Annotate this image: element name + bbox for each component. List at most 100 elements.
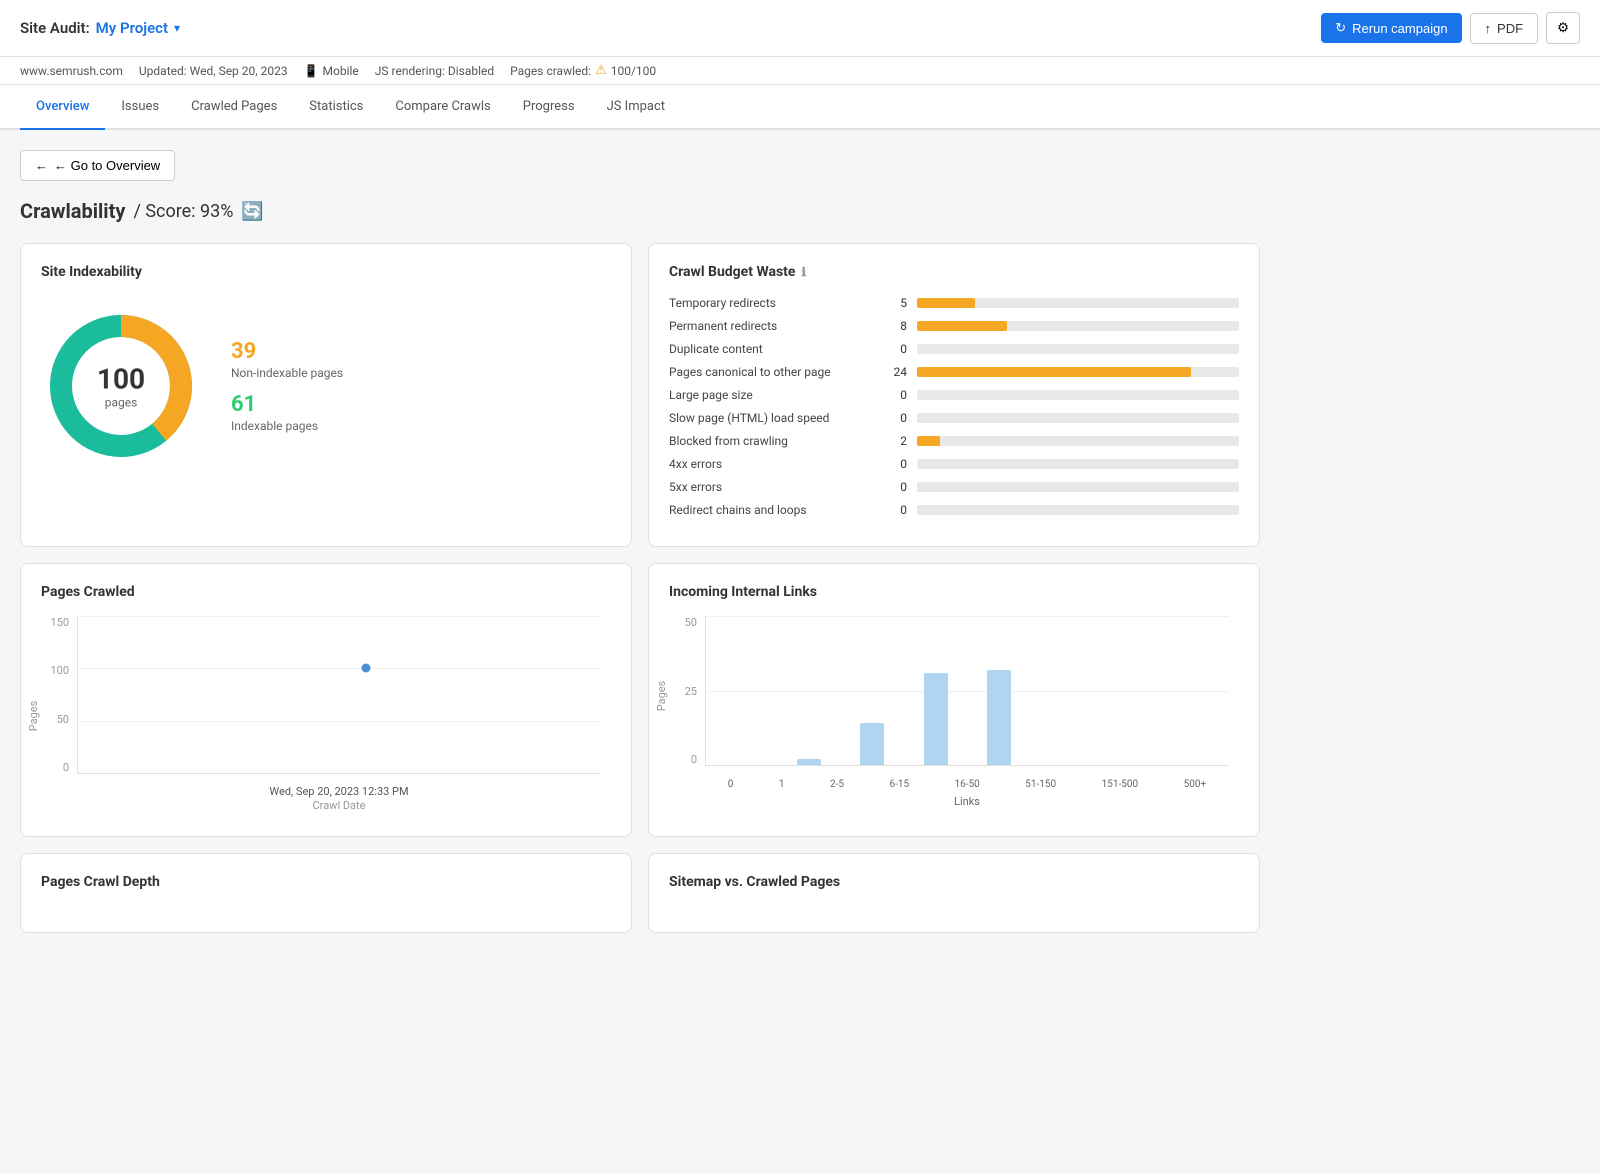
sitemap-vs-crawled-title: Sitemap vs. Crawled Pages (669, 874, 1239, 890)
cwb-row: Temporary redirects 5 (669, 296, 1239, 310)
cwb-row: Large page size 0 (669, 388, 1239, 402)
crawlability-title: Crawlability (20, 199, 125, 223)
bar-col (1094, 616, 1157, 765)
cwb-row: Duplicate content 0 (669, 342, 1239, 356)
cwb-row-count: 8 (879, 319, 907, 333)
y-axis-title: Pages (27, 701, 40, 732)
cwb-row-count: 0 (879, 457, 907, 471)
indexable-label: Indexable pages (231, 419, 343, 433)
cwb-row-count: 0 (879, 503, 907, 517)
pages-crawl-depth-card: Pages Crawl Depth (20, 853, 632, 933)
project-name[interactable]: My Project (96, 19, 168, 37)
settings-button[interactable]: ⚙ (1546, 12, 1580, 44)
cwb-row-label: Temporary redirects (669, 296, 869, 310)
pages-crawled-chart: 0 50 100 150 Pages Wed, Sep 20, 20 (41, 616, 611, 816)
top-grid: Site Indexability 100 p (20, 243, 1260, 547)
main-nav: Overview Issues Crawled Pages Statistics… (0, 85, 1600, 130)
cwb-row-count: 0 (879, 342, 907, 356)
back-to-overview-button[interactable]: ← ← Go to Overview (20, 150, 175, 181)
bar-col (714, 616, 777, 765)
main-content: ← ← Go to Overview Crawlability / Score:… (0, 130, 1280, 969)
cwb-row-label: Blocked from crawling (669, 434, 869, 448)
cwb-row: Redirect chains and loops 0 (669, 503, 1239, 517)
pages-crawled-title: Pages Crawled (41, 584, 611, 600)
nav-item-js-impact[interactable]: JS Impact (591, 85, 681, 130)
bar (797, 759, 821, 765)
pages-crawled-card: Pages Crawled 0 50 100 150 Pages (20, 563, 632, 837)
cwb-row: 5xx errors 0 (669, 480, 1239, 494)
page-title: Crawlability / Score: 93% 🔄 (20, 199, 1260, 223)
incoming-links-card: Incoming Internal Links 0 25 50 Pages (648, 563, 1260, 837)
nav-item-compare-crawls[interactable]: Compare Crawls (379, 85, 506, 130)
pdf-button[interactable]: ↑ PDF (1470, 13, 1539, 44)
y-labels: 0 50 100 150 (41, 616, 73, 774)
chart-plot-area (77, 616, 601, 774)
total-pages: 100 (97, 363, 145, 396)
cwb-row-count: 24 (879, 365, 907, 379)
nav-item-issues[interactable]: Issues (105, 85, 175, 130)
cwb-row-label: Duplicate content (669, 342, 869, 356)
bar-col (777, 616, 840, 765)
cwb-row-count: 2 (879, 434, 907, 448)
cwb-bar-container (917, 367, 1239, 377)
donut-chart: 100 pages (41, 306, 201, 466)
cwb-bar-container (917, 298, 1239, 308)
cwb-row-label: Redirect chains and loops (669, 503, 869, 517)
non-indexable-stat: 39 Non-indexable pages (231, 339, 343, 380)
cwb-bar (917, 367, 1191, 377)
chart-data-point (361, 664, 370, 673)
cwb-bar (917, 321, 1007, 331)
bottom-grid: Pages Crawled 0 50 100 150 Pages (20, 563, 1260, 837)
pages-crawl-depth-title: Pages Crawl Depth (41, 874, 611, 890)
mobile-icon: 📱 (304, 64, 319, 78)
cwb-bar-container (917, 344, 1239, 354)
bar-x-title: Links (705, 795, 1229, 808)
cwb-bar-container (917, 505, 1239, 515)
url-item: www.semrush.com (20, 64, 123, 78)
crawl-budget-rows: Temporary redirects 5 Permanent redirect… (669, 296, 1239, 517)
bar (860, 723, 884, 765)
cwb-bar-container (917, 436, 1239, 446)
indexability-content: 100 pages 39 Non-indexable pages 61 Inde… (41, 296, 611, 476)
pages-label: pages (97, 396, 145, 410)
sub-header: www.semrush.com Updated: Wed, Sep 20, 20… (0, 57, 1600, 85)
nav-item-progress[interactable]: Progress (507, 85, 591, 130)
header-left: Site Audit: My Project ▾ (20, 19, 180, 37)
indexable-count: 61 (231, 392, 343, 417)
rerun-campaign-button[interactable]: ↻ Rerun campaign (1321, 13, 1461, 43)
cwb-row-label: 5xx errors (669, 480, 869, 494)
updated-item: Updated: Wed, Sep 20, 2023 (139, 64, 288, 78)
cwb-bar (917, 298, 975, 308)
indexability-stats: 39 Non-indexable pages 61 Indexable page… (231, 339, 343, 433)
cwb-row: 4xx errors 0 (669, 457, 1239, 471)
rerun-icon: ↻ (1335, 20, 1346, 36)
nav-item-crawled-pages[interactable]: Crawled Pages (175, 85, 293, 130)
cwb-row-count: 5 (879, 296, 907, 310)
partial-bottom-grid: Pages Crawl Depth Sitemap vs. Crawled Pa… (20, 853, 1260, 933)
back-arrow-icon: ← (35, 158, 48, 173)
incoming-links-title: Incoming Internal Links (669, 584, 1239, 600)
bar-col (904, 616, 967, 765)
reload-icon[interactable]: 🔄 (241, 201, 263, 222)
bar-y-title: Pages (655, 681, 668, 712)
chevron-down-icon[interactable]: ▾ (174, 21, 180, 35)
nav-item-statistics[interactable]: Statistics (293, 85, 379, 130)
site-indexability-title: Site Indexability (41, 264, 611, 280)
cwb-bar-container (917, 482, 1239, 492)
score-label: / Score: 93% (133, 201, 233, 222)
cwb-row-label: Permanent redirects (669, 319, 869, 333)
info-icon[interactable]: ℹ (801, 265, 806, 279)
bars-container (706, 616, 1229, 765)
header-right: ↻ Rerun campaign ↑ PDF ⚙ (1321, 12, 1580, 44)
bar-plot-area (705, 616, 1229, 766)
bar-col (841, 616, 904, 765)
nav-item-overview[interactable]: Overview (20, 85, 105, 130)
sitemap-vs-crawled-card: Sitemap vs. Crawled Pages (648, 853, 1260, 933)
crawl-budget-waste-card: Crawl Budget Waste ℹ Temporary redirects… (648, 243, 1260, 547)
cwb-row: Pages canonical to other page 24 (669, 365, 1239, 379)
bar-y-labels: 0 25 50 (669, 616, 701, 766)
cwb-bar-container (917, 413, 1239, 423)
gear-icon: ⚙ (1557, 20, 1569, 35)
cwb-row-count: 0 (879, 480, 907, 494)
upload-icon: ↑ (1485, 21, 1492, 36)
